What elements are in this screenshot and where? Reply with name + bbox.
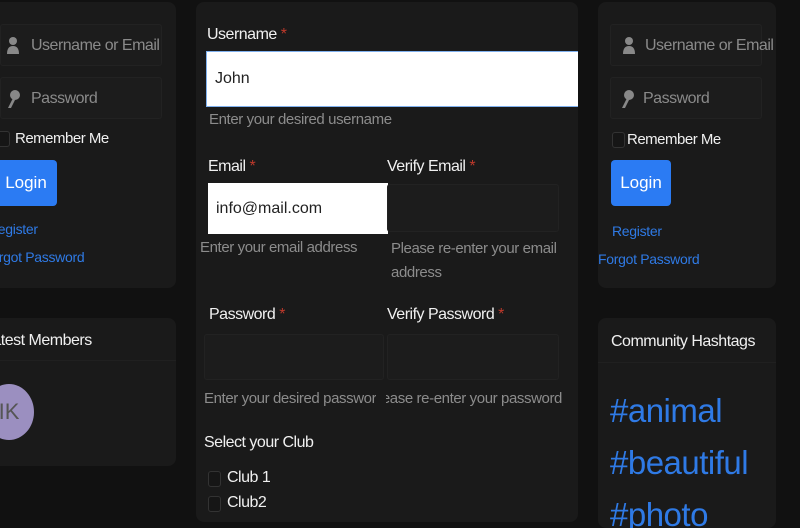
login-button[interactable]: Login xyxy=(0,160,57,206)
hashtag-link[interactable]: #beautiful xyxy=(610,444,749,482)
password-field[interactable] xyxy=(204,334,384,380)
hashtags-widget: Community Hashtags #animal #beautiful #p… xyxy=(598,318,776,528)
club-checkbox[interactable] xyxy=(208,471,221,487)
key-icon xyxy=(7,89,21,114)
forgot-password-link[interactable]: Forgot Password xyxy=(598,251,708,267)
username-field[interactable]: John xyxy=(206,51,578,107)
login-widget-right: Username or Email Password Remember Me L… xyxy=(598,2,776,288)
remember-checkbox[interactable] xyxy=(612,132,625,148)
hashtag-link[interactable]: #animal xyxy=(610,392,723,430)
username-input[interactable]: Username or Email xyxy=(610,24,774,66)
hashtag-link[interactable]: #photo xyxy=(610,496,708,528)
register-link[interactable]: Register xyxy=(0,221,38,237)
verify-password-field[interactable] xyxy=(387,334,559,380)
forgot-password-link[interactable]: Forgot Password xyxy=(0,249,85,265)
latest-members-widget: Latest Members IK xyxy=(0,318,176,466)
club-checkbox[interactable] xyxy=(208,496,221,512)
login-widget-left: Username or Email Password Remember Me L… xyxy=(0,2,176,288)
latest-members-title: Latest Members xyxy=(0,332,92,349)
username-input[interactable]: Username or Email xyxy=(0,24,162,66)
key-icon xyxy=(621,89,635,114)
avatar[interactable]: IK xyxy=(0,384,34,440)
email-field[interactable]: info@mail.com xyxy=(208,183,388,234)
login-button[interactable]: Login xyxy=(611,160,671,206)
verify-email-field[interactable] xyxy=(387,184,559,232)
remember-checkbox[interactable] xyxy=(0,131,10,147)
registration-form: Username * John Enter your desired usern… xyxy=(196,2,578,522)
username-label: Username * xyxy=(207,26,287,43)
register-link[interactable]: Register xyxy=(612,223,662,239)
password-input[interactable]: Password xyxy=(610,77,762,119)
club-label: Select your Club xyxy=(204,434,314,451)
password-label: Password * xyxy=(209,306,285,323)
email-label: Email * xyxy=(208,158,256,175)
user-icon xyxy=(623,35,635,60)
verify-password-label: Verify Password * xyxy=(387,306,504,323)
user-icon xyxy=(7,35,19,55)
password-input[interactable]: Password xyxy=(0,77,162,119)
verify-email-label: Verify Email * xyxy=(387,158,476,175)
hashtags-title: Community Hashtags xyxy=(611,333,755,350)
